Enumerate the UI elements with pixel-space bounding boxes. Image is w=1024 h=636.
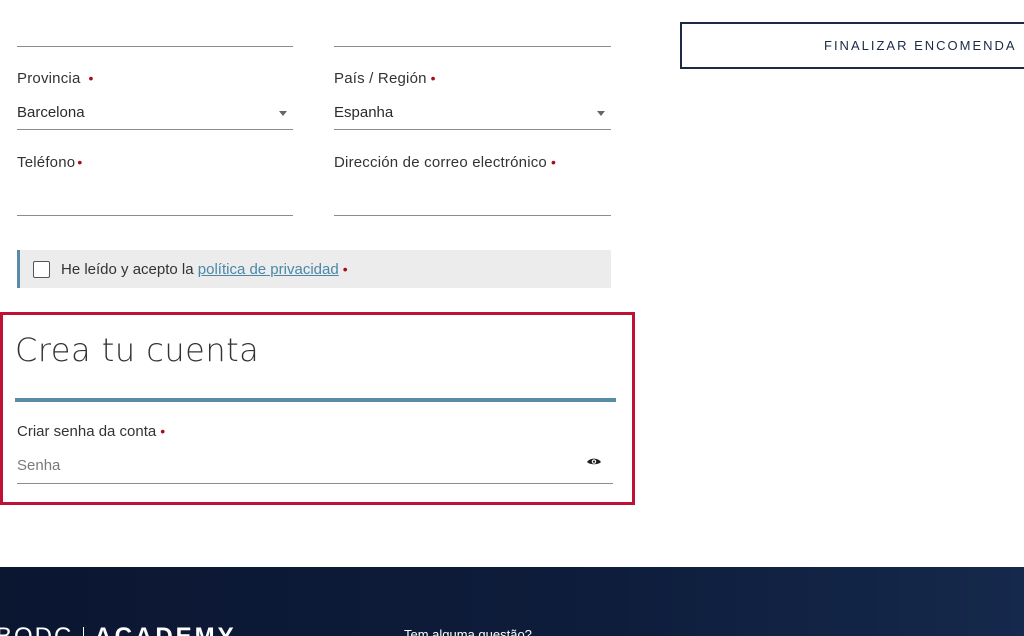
privacy-text: He leído y acepto la política de privaci… xyxy=(61,261,348,278)
phone-underline xyxy=(17,215,293,216)
site-footer: BODCACADEMY Tem alguma questão? xyxy=(0,567,1024,636)
email-underline xyxy=(334,215,611,216)
create-account-title: Crea tu cuenta xyxy=(15,331,260,369)
phone-field[interactable]: Teléfono • xyxy=(17,154,293,218)
required-marker: • xyxy=(88,70,94,86)
country-label: País / Región • xyxy=(334,70,436,87)
required-marker: • xyxy=(77,154,83,170)
province-select[interactable]: Provincia • Barcelona xyxy=(17,70,293,132)
chevron-down-icon xyxy=(597,111,605,116)
privacy-policy-link[interactable]: política de privacidad xyxy=(198,261,339,278)
required-marker: • xyxy=(342,261,348,277)
privacy-consent: He leído y acepto la política de privaci… xyxy=(17,250,611,288)
password-input[interactable] xyxy=(17,451,577,479)
email-label: Dirección de correo electrónico • xyxy=(334,154,557,171)
field-underline-top-left xyxy=(17,46,293,47)
field-underline-top-right xyxy=(334,46,611,47)
create-account-section: Crea tu cuenta Criar senha da conta • xyxy=(0,312,635,505)
country-select[interactable]: País / Región • Espanha xyxy=(334,70,611,132)
required-marker: • xyxy=(160,423,166,439)
province-value: Barcelona xyxy=(17,104,85,121)
province-label: Provincia • xyxy=(17,70,94,87)
eye-icon[interactable] xyxy=(586,455,602,469)
footer-question: Tem alguma questão? xyxy=(404,627,532,636)
phone-label: Teléfono • xyxy=(17,154,83,171)
password-label: Criar senha da conta • xyxy=(17,423,166,440)
finalize-order-button[interactable]: FINALIZAR ENCOMENDA xyxy=(680,22,1024,69)
country-value: Espanha xyxy=(334,104,394,121)
required-marker: • xyxy=(550,154,557,170)
email-field[interactable]: Dirección de correo electrónico • xyxy=(334,154,611,218)
required-marker: • xyxy=(430,70,436,86)
country-underline xyxy=(334,129,611,130)
privacy-checkbox[interactable] xyxy=(33,261,50,278)
chevron-down-icon xyxy=(279,111,287,116)
province-underline xyxy=(17,129,293,130)
section-divider xyxy=(15,398,616,402)
footer-logo[interactable]: BODCACADEMY xyxy=(0,623,237,636)
password-underline xyxy=(17,483,613,484)
